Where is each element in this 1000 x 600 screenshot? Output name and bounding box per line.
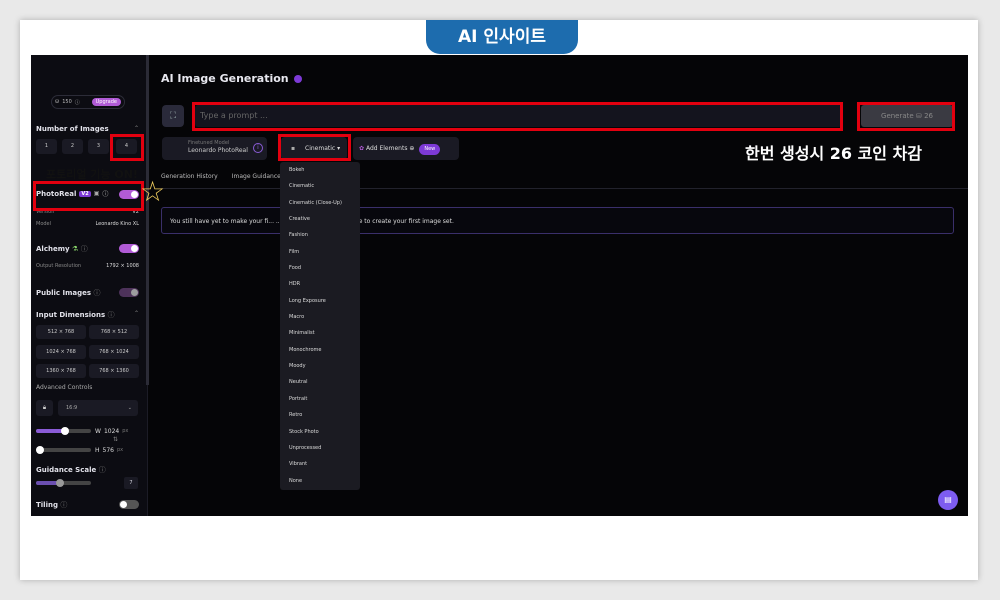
chat-icon[interactable]: ▤: [938, 490, 958, 510]
photoreal-annotation: 포토리얼 기능 ON!: [46, 168, 138, 181]
highlight-num-images-4: [110, 134, 144, 161]
chevron-down-icon: ⌄: [127, 405, 132, 411]
style-option[interactable]: Food: [280, 260, 360, 276]
public-images-label: Public Images ⓘ: [36, 289, 101, 297]
style-option[interactable]: Retro: [280, 407, 360, 423]
swap-icon[interactable]: ⇅: [113, 436, 118, 443]
advanced-controls-label: Advanced Controls: [36, 384, 93, 391]
style-option[interactable]: HDR: [280, 276, 360, 292]
style-option[interactable]: Unprocessed: [280, 440, 360, 456]
dimension-option[interactable]: 768 × 512: [89, 325, 139, 339]
aspect-ratio-value: 16:9: [66, 405, 78, 411]
dimension-option[interactable]: 512 × 768: [36, 325, 86, 339]
tab-bar: Generation History Image Guidance: [161, 173, 281, 180]
style-option[interactable]: Fashion: [280, 227, 360, 243]
info-icon: ⓘ: [74, 99, 80, 106]
model-label: Model: [36, 221, 52, 227]
style-option[interactable]: Long Exposure: [280, 293, 360, 309]
num-images-label: Number of Images: [36, 125, 109, 133]
output-resolution-label: Output Resolution: [36, 263, 82, 269]
star-icon: ☆: [140, 175, 166, 208]
width-value: 1024: [103, 427, 120, 435]
height-unit: px: [116, 447, 124, 453]
input-dimensions-label: Input Dimensions ⓘ: [36, 311, 115, 319]
style-dropdown-menu: Bokeh Cinematic Cinematic (Close-Up) Cre…: [280, 162, 360, 490]
tab-image-guidance[interactable]: Image Guidance: [232, 173, 281, 180]
style-option[interactable]: None: [280, 473, 360, 489]
upgrade-button[interactable]: Upgrade: [91, 98, 121, 106]
style-option[interactable]: Cinematic: [280, 178, 360, 194]
sidebar: ⛁ 150 ⓘ Upgrade Number of Images ⌃ 1 2 3…: [31, 55, 148, 516]
plus-circle-icon: ⊕: [409, 145, 415, 152]
coin-icon: ⛁: [55, 99, 60, 105]
page-title: AI Image Generation: [161, 72, 302, 85]
sidebar-scrollbar[interactable]: [146, 55, 149, 385]
credits-pill[interactable]: ⛁ 150 ⓘ Upgrade: [51, 95, 125, 109]
width-slider[interactable]: [36, 427, 91, 435]
highlight-photoreal: [33, 181, 144, 211]
height-field[interactable]: H 576 px: [95, 444, 135, 456]
style-option[interactable]: Minimalist: [280, 325, 360, 341]
public-images-toggle[interactable]: [119, 288, 139, 297]
site-banner: AI 인사이트: [426, 20, 578, 54]
alchemy-label: Alchemy ⚗ ⓘ: [36, 245, 88, 253]
width-label: W: [95, 427, 101, 435]
guidance-slider[interactable]: [36, 479, 91, 487]
highlight-generate: [857, 102, 955, 131]
flask-icon: ⚗: [72, 245, 79, 253]
width-unit: px: [122, 428, 129, 434]
dimension-option[interactable]: 768 × 1360: [89, 364, 139, 378]
chevron-up-icon[interactable]: ⌃: [134, 125, 139, 132]
style-option[interactable]: Stock Photo: [280, 424, 360, 440]
add-elements-button[interactable]: ✿ Add Elements ⊕ New: [353, 137, 459, 160]
dimension-option[interactable]: 768 × 1024: [89, 345, 139, 359]
chevron-up-icon[interactable]: ⌃: [134, 310, 139, 317]
style-option[interactable]: Macro: [280, 309, 360, 325]
num-images-1[interactable]: 1: [36, 139, 57, 154]
guidance-scale-label: Guidance Scale ⓘ: [36, 466, 106, 474]
tiling-toggle[interactable]: [119, 500, 139, 509]
cost-annotation: 한번 생성시 26 코인 차감: [745, 144, 923, 163]
output-resolution-row: Output Resolution 1792 × 1008: [36, 263, 139, 269]
output-resolution-value: 1792 × 1008: [106, 263, 139, 269]
num-images-2[interactable]: 2: [62, 139, 83, 154]
help-icon: ⓘ: [107, 311, 115, 319]
tiling-label: Tiling ⓘ: [36, 501, 68, 509]
model-selector[interactable]: Finetuned Model Leonardo PhotoReal: [162, 137, 267, 160]
dimension-option[interactable]: 1360 × 768: [36, 364, 86, 378]
num-images-3[interactable]: 3: [88, 139, 109, 154]
lock-icon[interactable]: 🔒︎: [36, 400, 53, 416]
style-option[interactable]: Portrait: [280, 391, 360, 407]
aspect-ratio-select[interactable]: 16:9 ⌄: [58, 400, 138, 416]
style-option[interactable]: Bokeh: [280, 162, 360, 178]
new-badge: New: [419, 144, 441, 155]
height-value: 576: [102, 446, 114, 454]
height-slider[interactable]: [36, 446, 91, 454]
style-option[interactable]: Cinematic (Close-Up): [280, 195, 360, 211]
help-icon: ⓘ: [98, 466, 106, 474]
tab-generation-history[interactable]: Generation History: [161, 173, 218, 180]
style-option[interactable]: Monochrome: [280, 342, 360, 358]
image-prompt-icon[interactable]: ⛶: [162, 105, 184, 127]
style-option[interactable]: Creative: [280, 211, 360, 227]
style-option[interactable]: Neutral: [280, 374, 360, 390]
model-value: Leonardo Kino XL: [95, 221, 139, 227]
style-option[interactable]: Moody: [280, 358, 360, 374]
dimension-option[interactable]: 1024 × 768: [36, 345, 86, 359]
highlight-prompt: [192, 102, 843, 131]
model-row: Model Leonardo Kino XL: [36, 221, 139, 227]
help-icon: ⓘ: [93, 289, 101, 297]
style-option[interactable]: Film: [280, 244, 360, 260]
height-label: H: [95, 446, 100, 454]
guidance-value[interactable]: 7: [124, 477, 138, 489]
alchemy-toggle[interactable]: [119, 244, 139, 253]
help-icon: ⓘ: [60, 501, 68, 509]
info-icon: [293, 75, 302, 83]
credits-count: 150: [62, 99, 72, 105]
highlight-style: [278, 134, 351, 161]
info-icon[interactable]: i: [253, 143, 263, 153]
style-option[interactable]: Vibrant: [280, 456, 360, 472]
elements-icon: ✿: [359, 145, 365, 152]
help-icon: ⓘ: [80, 245, 88, 253]
